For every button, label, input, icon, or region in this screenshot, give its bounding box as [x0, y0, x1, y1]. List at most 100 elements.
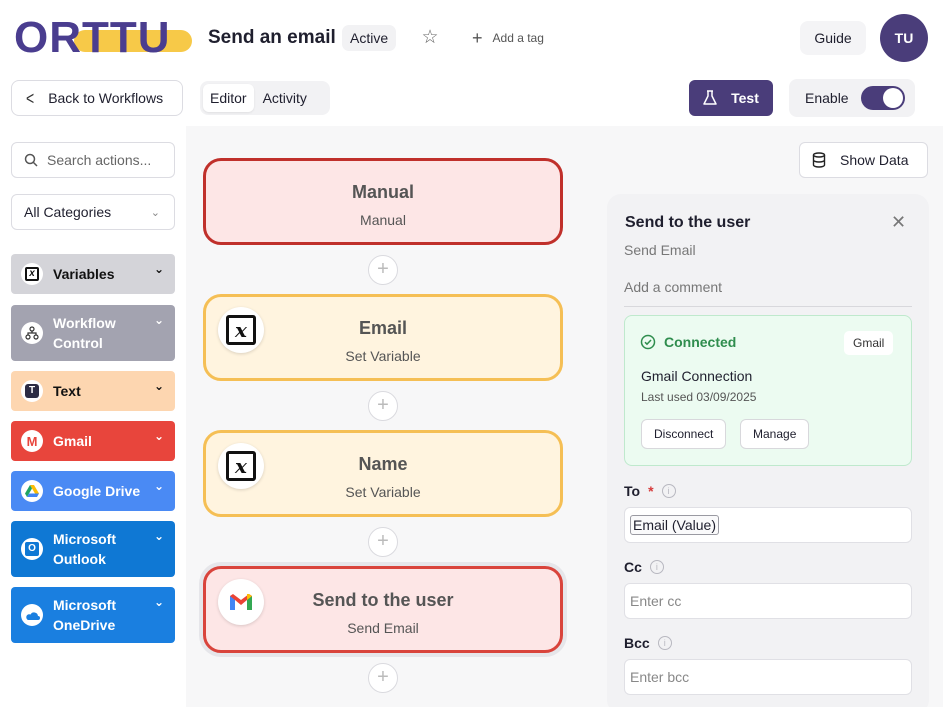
chevron-down-icon: ⌄ [153, 379, 164, 393]
add-step-button[interactable]: + [368, 527, 398, 557]
search-input[interactable] [47, 152, 162, 168]
bcc-placeholder: Enter bcc [630, 669, 690, 685]
category-google-drive[interactable]: Google Drive ⌄ [11, 471, 175, 511]
node-title: Name [358, 454, 408, 474]
view-tabs: Editor Activity [200, 81, 330, 115]
workflow-icon [21, 322, 43, 344]
variable-icon: x [21, 263, 43, 285]
node-subtitle: Set Variable [345, 348, 421, 364]
status-badge[interactable]: Active [342, 25, 397, 51]
disconnect-button[interactable]: Disconnect [641, 419, 727, 449]
search-icon [24, 153, 38, 167]
workflow-node[interactable]: x Email Set Variable [203, 294, 563, 381]
add-step-button[interactable]: + [368, 663, 398, 693]
workflow-node[interactable]: Send to the user Send Email [203, 566, 563, 653]
connection-last-used: Last used 03/09/2025 [641, 390, 757, 404]
back-to-workflows-button[interactable]: < Back to Workflows [11, 80, 183, 116]
star-icon[interactable]: ☆ [420, 28, 440, 48]
guide-button[interactable]: Guide [800, 21, 866, 55]
category-variables[interactable]: x Variables ⌄ [11, 254, 175, 294]
connection-name: Gmail Connection [641, 368, 753, 384]
comment-input[interactable]: Add a comment [624, 279, 912, 307]
chevron-down-icon: ⌄ [153, 479, 164, 493]
tab-activity[interactable]: Activity [256, 84, 314, 112]
node-title: Send to the user [312, 590, 454, 610]
connection-status-label: Connected [664, 334, 737, 350]
cc-field[interactable]: Enter cc [624, 583, 912, 619]
panel-subtitle: Send Email [624, 242, 696, 258]
node-title: Manual [351, 182, 414, 202]
panel-title: Send to the user [625, 214, 751, 231]
add-tag-label: Add a tag [492, 31, 544, 45]
chevron-down-icon: ⌄ [153, 595, 164, 609]
category-select-value: All Categories [24, 204, 112, 220]
add-step-button[interactable]: + [368, 391, 398, 421]
node-subtitle: Set Variable [345, 484, 421, 500]
text-icon: T [21, 380, 43, 402]
service-badge: Gmail [844, 331, 894, 355]
to-label-text: To [624, 483, 641, 499]
add-step-button[interactable]: + [368, 255, 398, 285]
outlook-icon: O [21, 538, 43, 560]
category-label: Microsoft OneDrive [53, 597, 116, 633]
search-actions[interactable] [11, 142, 175, 178]
category-select[interactable]: All Categories ⌄ [11, 194, 175, 230]
page-title[interactable]: Send an email [208, 27, 336, 49]
test-button[interactable]: Test [689, 80, 773, 116]
connection-status: Connected [640, 334, 736, 350]
gmail-icon: M [21, 430, 43, 452]
show-data-button[interactable]: Show Data [799, 142, 928, 178]
ortto-logo: ORTTU [14, 13, 194, 62]
node-title: Email [358, 318, 408, 338]
enable-control: Enable [789, 79, 915, 117]
workflow-node[interactable]: x Name Set Variable [203, 430, 563, 517]
close-icon[interactable]: ✕ [891, 212, 906, 233]
to-field[interactable]: Email (Value) [624, 507, 912, 543]
google-drive-icon [21, 480, 43, 502]
info-icon[interactable]: i [661, 484, 676, 498]
to-field-label: To * i [624, 483, 676, 499]
database-icon [812, 152, 826, 168]
tab-editor[interactable]: Editor [203, 84, 254, 112]
add-tag-button[interactable]: + Add a tag [472, 28, 544, 48]
chevron-down-icon: ⌄ [153, 429, 164, 443]
category-text[interactable]: T Text ⌄ [11, 371, 175, 411]
chevron-down-icon: ⌄ [153, 529, 164, 543]
logo-wordmark: ORTTU [14, 13, 171, 62]
category-workflow-control[interactable]: Workflow Control ⌄ [11, 305, 175, 361]
node-subtitle: Manual [360, 212, 406, 228]
toggle-knob [882, 88, 903, 108]
required-marker: * [648, 483, 654, 499]
bcc-label-text: Bcc [624, 635, 650, 651]
workflow-node[interactable]: Manual Manual [203, 158, 563, 245]
check-circle-icon [640, 334, 656, 350]
variable-chip[interactable]: Email (Value) [630, 515, 719, 535]
onedrive-icon [21, 604, 43, 626]
plus-icon: + [472, 28, 483, 48]
enable-label: Enable [805, 90, 849, 106]
avatar[interactable]: TU [880, 14, 928, 62]
bcc-field[interactable]: Enter bcc [624, 659, 912, 695]
category-label: Workflow Control [53, 315, 116, 351]
chevron-down-icon: ⌄ [153, 262, 164, 276]
back-label: Back to Workflows [48, 90, 164, 106]
info-icon[interactable]: i [657, 636, 672, 650]
category-microsoft-outlook[interactable]: O Microsoft Outlook ⌄ [11, 521, 175, 577]
category-gmail[interactable]: M Gmail ⌄ [11, 421, 175, 461]
manage-button[interactable]: Manage [740, 419, 810, 449]
enable-toggle[interactable] [860, 86, 905, 110]
test-label: Test [731, 90, 759, 106]
category-label: Microsoft Outlook [53, 531, 116, 567]
flask-icon [703, 90, 717, 105]
info-icon[interactable]: i [649, 560, 664, 574]
cc-label-text: Cc [624, 559, 642, 575]
chevron-down-icon: ⌄ [150, 206, 160, 219]
cc-placeholder: Enter cc [630, 593, 682, 609]
category-microsoft-onedrive[interactable]: Microsoft OneDrive ⌄ [11, 587, 175, 643]
node-subtitle: Send Email [347, 620, 419, 636]
cc-field-label: Cc i [624, 559, 664, 575]
bcc-field-label: Bcc i [624, 635, 672, 651]
show-data-label: Show Data [840, 152, 909, 168]
chevron-left-icon: < [26, 87, 35, 109]
chevron-down-icon: ⌄ [153, 313, 164, 327]
